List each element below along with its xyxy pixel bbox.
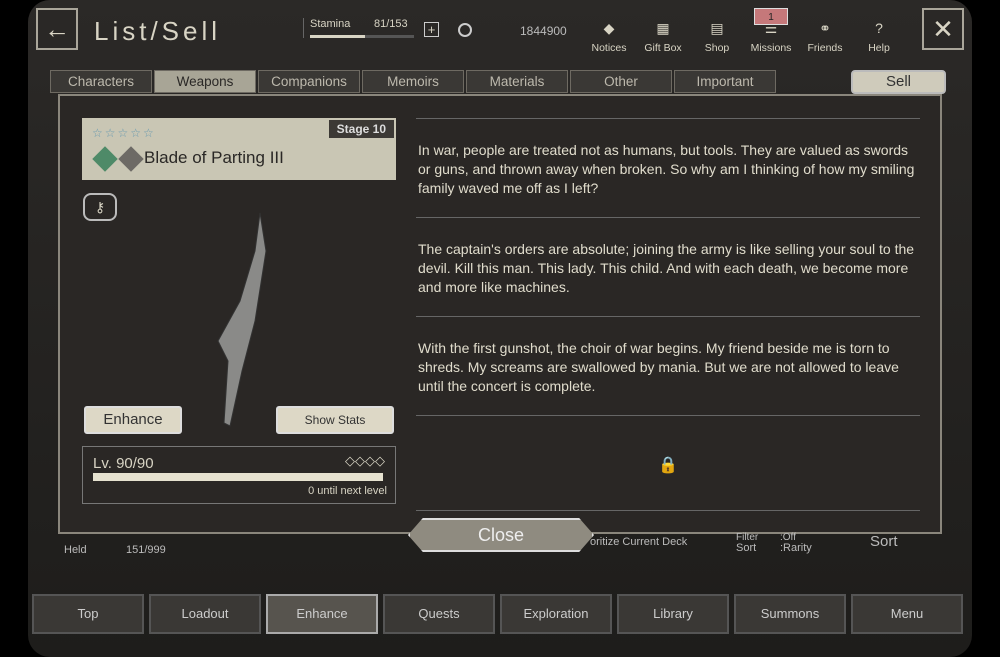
show-stats-button[interactable]: Show Stats	[276, 406, 394, 434]
nav-top[interactable]: Top	[32, 594, 144, 634]
filter-value: :Off	[780, 532, 796, 543]
nav-loadout[interactable]: Loadout	[149, 594, 261, 634]
missions-badge: 1	[754, 8, 788, 25]
currency-value: 1844900	[520, 24, 567, 38]
stamina: Stamina 81/153	[303, 18, 443, 38]
held-label: Held	[64, 544, 87, 556]
tab-weapons[interactable]: Weapons	[154, 70, 256, 93]
sell-button[interactable]: Sell	[851, 70, 946, 94]
header: ← List/Sell Stamina 81/153 + 1844900 ◆ No…	[28, 0, 972, 65]
friends-icon: ⚭	[819, 20, 831, 36]
weapon-name: Blade of Parting III	[144, 148, 284, 167]
nav-enhance[interactable]: Enhance	[266, 594, 378, 634]
close-button[interactable]: Close	[408, 518, 594, 552]
header-icon-label: Notices	[591, 42, 627, 54]
sort-label: Sort	[736, 542, 757, 554]
level-progress-bar	[93, 473, 383, 481]
currency-icon	[458, 23, 472, 37]
crossed-swords-icon: ✕	[932, 13, 954, 44]
screen: ← List/Sell Stamina 81/153 + 1844900 ◆ No…	[28, 0, 972, 657]
weapon-type-icon	[118, 146, 144, 172]
story-paragraph: With the first gunshot, the choir of war…	[416, 316, 920, 415]
held-value: 151/999	[126, 544, 166, 556]
story-paragraph: The captain's orders are absolute; joini…	[416, 217, 920, 316]
close-x-button[interactable]: ✕	[922, 8, 964, 50]
header-shop-button[interactable]: ▤ Shop	[694, 20, 740, 54]
stage-badge: Stage 10	[328, 120, 394, 138]
header-icon-label: Help	[868, 42, 890, 54]
nav-summons[interactable]: Summons	[734, 594, 846, 634]
rarity-stars: ☆☆☆☆☆	[92, 126, 156, 140]
sort-button[interactable]: Sort	[870, 533, 898, 550]
nav-menu[interactable]: Menu	[851, 594, 963, 634]
prioritize-deck-label: oritize Current Deck	[590, 536, 688, 548]
filter-label: Filter	[736, 532, 759, 543]
header-icon-label: Gift Box	[644, 42, 682, 54]
locked-story: 🔒	[416, 415, 920, 511]
back-button[interactable]: ←	[36, 8, 78, 50]
story-paragraph: In war, people are treated not as humans…	[416, 118, 920, 217]
tab-other[interactable]: Other	[570, 70, 672, 93]
story-text: In war, people are treated not as humans…	[416, 118, 920, 511]
shop-icon: ▤	[710, 20, 724, 36]
header-icon-label: Shop	[704, 42, 730, 54]
header-friends-button[interactable]: ⚭ Friends	[802, 20, 848, 54]
enhance-button[interactable]: Enhance	[84, 406, 182, 434]
tab-companions[interactable]: Companions	[258, 70, 360, 93]
weapon-detail-dialog: ☆☆☆☆☆ Stage 10 Blade of Parting III ⚷ En…	[58, 94, 942, 534]
help-icon: ?	[875, 20, 883, 36]
back-arrow-icon: ←	[44, 13, 70, 44]
nav-exploration[interactable]: Exploration	[500, 594, 612, 634]
level-text: Lv. 90/90	[93, 455, 154, 472]
header-gift-box-button[interactable]: ▦ Gift Box	[640, 20, 686, 54]
header-icon-label: Friends	[807, 42, 843, 54]
header-help-button[interactable]: ? Help	[856, 20, 902, 54]
add-stamina-button[interactable]: +	[424, 22, 439, 37]
tab-materials[interactable]: Materials	[466, 70, 568, 93]
stamina-value: 81/153	[374, 18, 408, 30]
tab-important[interactable]: Important	[674, 70, 776, 93]
weapon-card: ☆☆☆☆☆ Stage 10 Blade of Parting III	[82, 118, 396, 180]
next-level-text: 0 until next level	[308, 485, 387, 497]
stamina-bar	[310, 35, 414, 38]
bottom-nav: Top Loadout Enhance Quests Exploration Librar…	[32, 594, 963, 634]
level-box: Lv. 90/90 ◇◇◇◇ 0 until next level	[82, 446, 396, 504]
nav-library[interactable]: Library	[617, 594, 729, 634]
tab-memoirs[interactable]: Memoirs	[362, 70, 464, 93]
page-title: List/Sell	[94, 16, 222, 46]
notice-icon: ◆	[603, 20, 615, 36]
sort-value: :Rarity	[780, 542, 812, 554]
lock-icon: 🔒	[658, 456, 678, 474]
header-icon-label: Missions	[750, 42, 792, 54]
header-notices-button[interactable]: ◆ Notices	[586, 20, 632, 54]
nav-quests[interactable]: Quests	[383, 594, 495, 634]
element-icon	[92, 146, 118, 172]
tab-characters[interactable]: Characters	[50, 70, 152, 93]
stamina-label: Stamina	[310, 18, 351, 30]
weapon-image	[217, 212, 267, 427]
category-tabs: Characters Weapons Companions Memoirs Materi…	[50, 70, 776, 93]
limit-break-icon: ◇◇◇◇	[345, 453, 385, 468]
gift-icon: ▦	[656, 20, 670, 36]
lock-key-icon[interactable]: ⚷	[83, 193, 117, 221]
